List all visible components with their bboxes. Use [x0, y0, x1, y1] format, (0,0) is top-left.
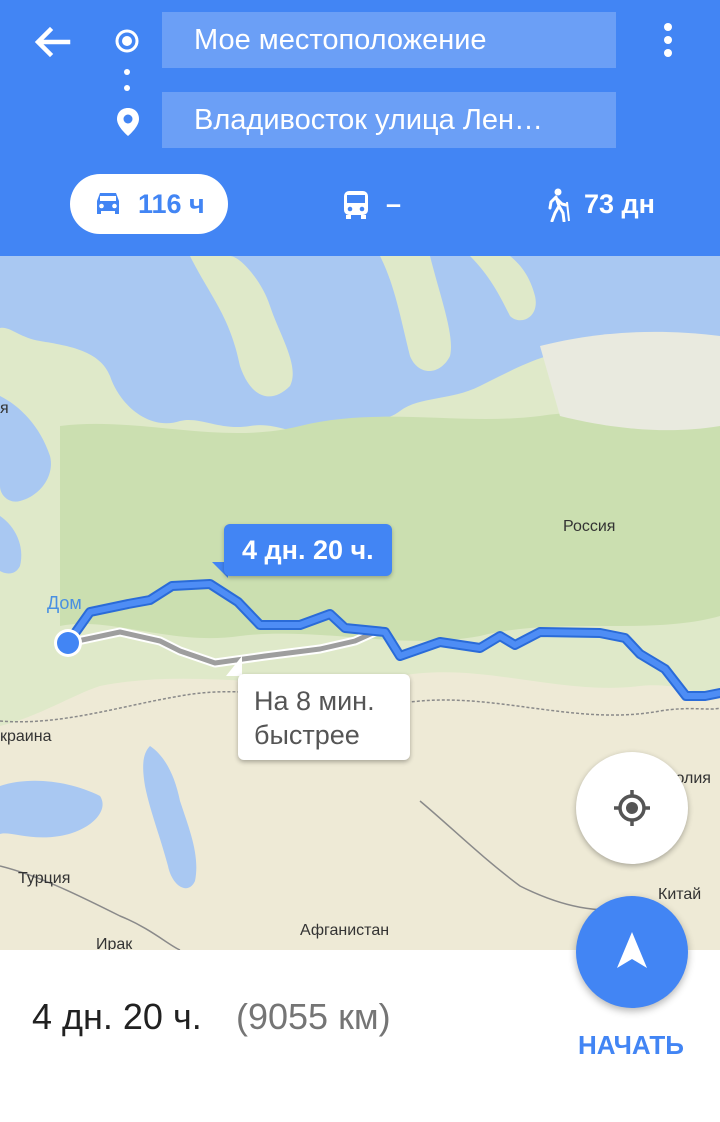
- map-label-china: Китай: [658, 886, 702, 903]
- my-location-button[interactable]: [576, 752, 688, 864]
- alt-callout-line1: На 8 мин.: [254, 686, 375, 716]
- route-duration-callout[interactable]: 4 дн. 20 ч.: [224, 524, 392, 576]
- tundra-mountains: [540, 331, 720, 431]
- map-label-ukraine: краина: [0, 728, 52, 745]
- navigation-arrow-icon: [617, 932, 647, 968]
- transit-duration: –: [386, 189, 402, 219]
- directions-screen: Мое местоположение Владивосток улица Лен…: [0, 0, 720, 1122]
- map-label-iraq: Ирак: [96, 936, 133, 950]
- my-location-icon: [614, 790, 650, 826]
- map-label-turkey: Турция: [18, 870, 71, 887]
- route-distance: (9055 км): [236, 996, 391, 1037]
- destination-pin-icon: [115, 106, 141, 138]
- driving-duration: 116 ч: [138, 189, 205, 219]
- alt-callout-line2: быстрее: [254, 720, 360, 750]
- route-duration: 4 дн. 20 ч.: [32, 996, 202, 1037]
- alt-callout-tail: [226, 656, 242, 676]
- walking-duration: 73 дн: [584, 189, 655, 219]
- bus-icon: [344, 191, 368, 219]
- alt-route-callout[interactable]: На 8 мин. быстрее: [238, 674, 410, 760]
- arrow-back-icon: [34, 26, 71, 58]
- map-label-afghanistan: Афганистан: [300, 922, 390, 939]
- more-options-button[interactable]: [650, 20, 686, 60]
- baltic-sea: [0, 516, 22, 574]
- more-vert-icon: [664, 23, 672, 57]
- walk-icon: [548, 188, 570, 222]
- start-label[interactable]: НАЧАТЬ: [578, 1030, 684, 1061]
- mode-walking-tab[interactable]: 73 дн: [540, 174, 670, 234]
- directions-header: Мое местоположение Владивосток улица Лен…: [0, 0, 720, 256]
- back-button[interactable]: [26, 16, 78, 68]
- home-marker[interactable]: [57, 632, 79, 654]
- route-dots-icon: [122, 68, 132, 94]
- map-label-edge: я: [0, 400, 9, 417]
- origin-field[interactable]: Мое местоположение: [162, 12, 616, 68]
- destination-field[interactable]: Владивосток улица Лен…: [162, 92, 616, 148]
- start-navigation-button[interactable]: [576, 896, 688, 1008]
- map-label-russia: Россия: [563, 518, 616, 535]
- car-icon: [97, 193, 119, 214]
- mode-transit-tab[interactable]: –: [336, 174, 426, 234]
- home-label: Дом: [47, 593, 82, 613]
- origin-dot-icon: [115, 29, 139, 53]
- mode-driving-tab[interactable]: 116 ч: [70, 174, 228, 234]
